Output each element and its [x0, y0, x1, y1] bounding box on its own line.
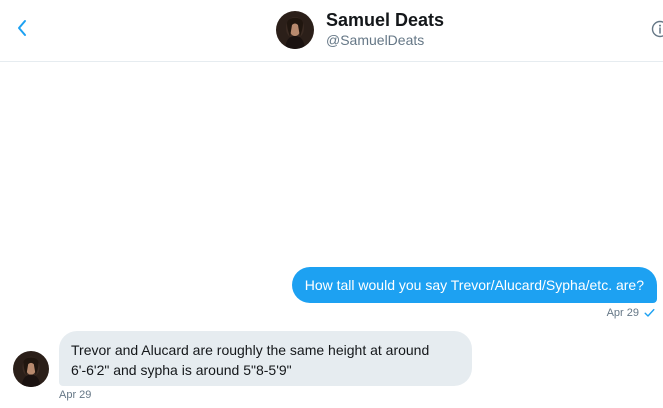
chevron-left-icon	[18, 20, 26, 36]
conversation-header: Samuel Deats @SamuelDeats	[0, 0, 663, 62]
sent-message-bubble[interactable]: How tall would you say Trevor/Alucard/Sy…	[291, 267, 657, 303]
profile-names: Samuel Deats @SamuelDeats	[326, 10, 444, 50]
sent-message-time: Apr 29	[606, 307, 639, 319]
info-button[interactable]	[651, 20, 663, 38]
received-message-bubble[interactable]: Trevor and Alucard are roughly the same …	[59, 331, 472, 386]
dm-conversation-page: Samuel Deats @SamuelDeats How tall would…	[0, 0, 663, 408]
display-name[interactable]: Samuel Deats	[326, 10, 444, 30]
received-message-time: Apr 29	[59, 389, 92, 401]
avatar-image	[13, 351, 49, 387]
avatar[interactable]	[276, 11, 314, 49]
sent-message-meta: Apr 29	[607, 306, 655, 320]
check-icon	[644, 308, 655, 318]
received-message-text: Trevor and Alucard are roughly the same …	[71, 342, 430, 378]
conversation-profile[interactable]: Samuel Deats @SamuelDeats	[276, 10, 444, 50]
info-icon	[651, 20, 663, 38]
back-button[interactable]	[10, 14, 34, 42]
sent-message-text: How tall would you say Trevor/Alucard/Sy…	[304, 277, 644, 293]
sender-avatar[interactable]	[13, 351, 49, 387]
user-handle: @SamuelDeats	[326, 32, 425, 48]
avatar-image	[276, 11, 314, 49]
